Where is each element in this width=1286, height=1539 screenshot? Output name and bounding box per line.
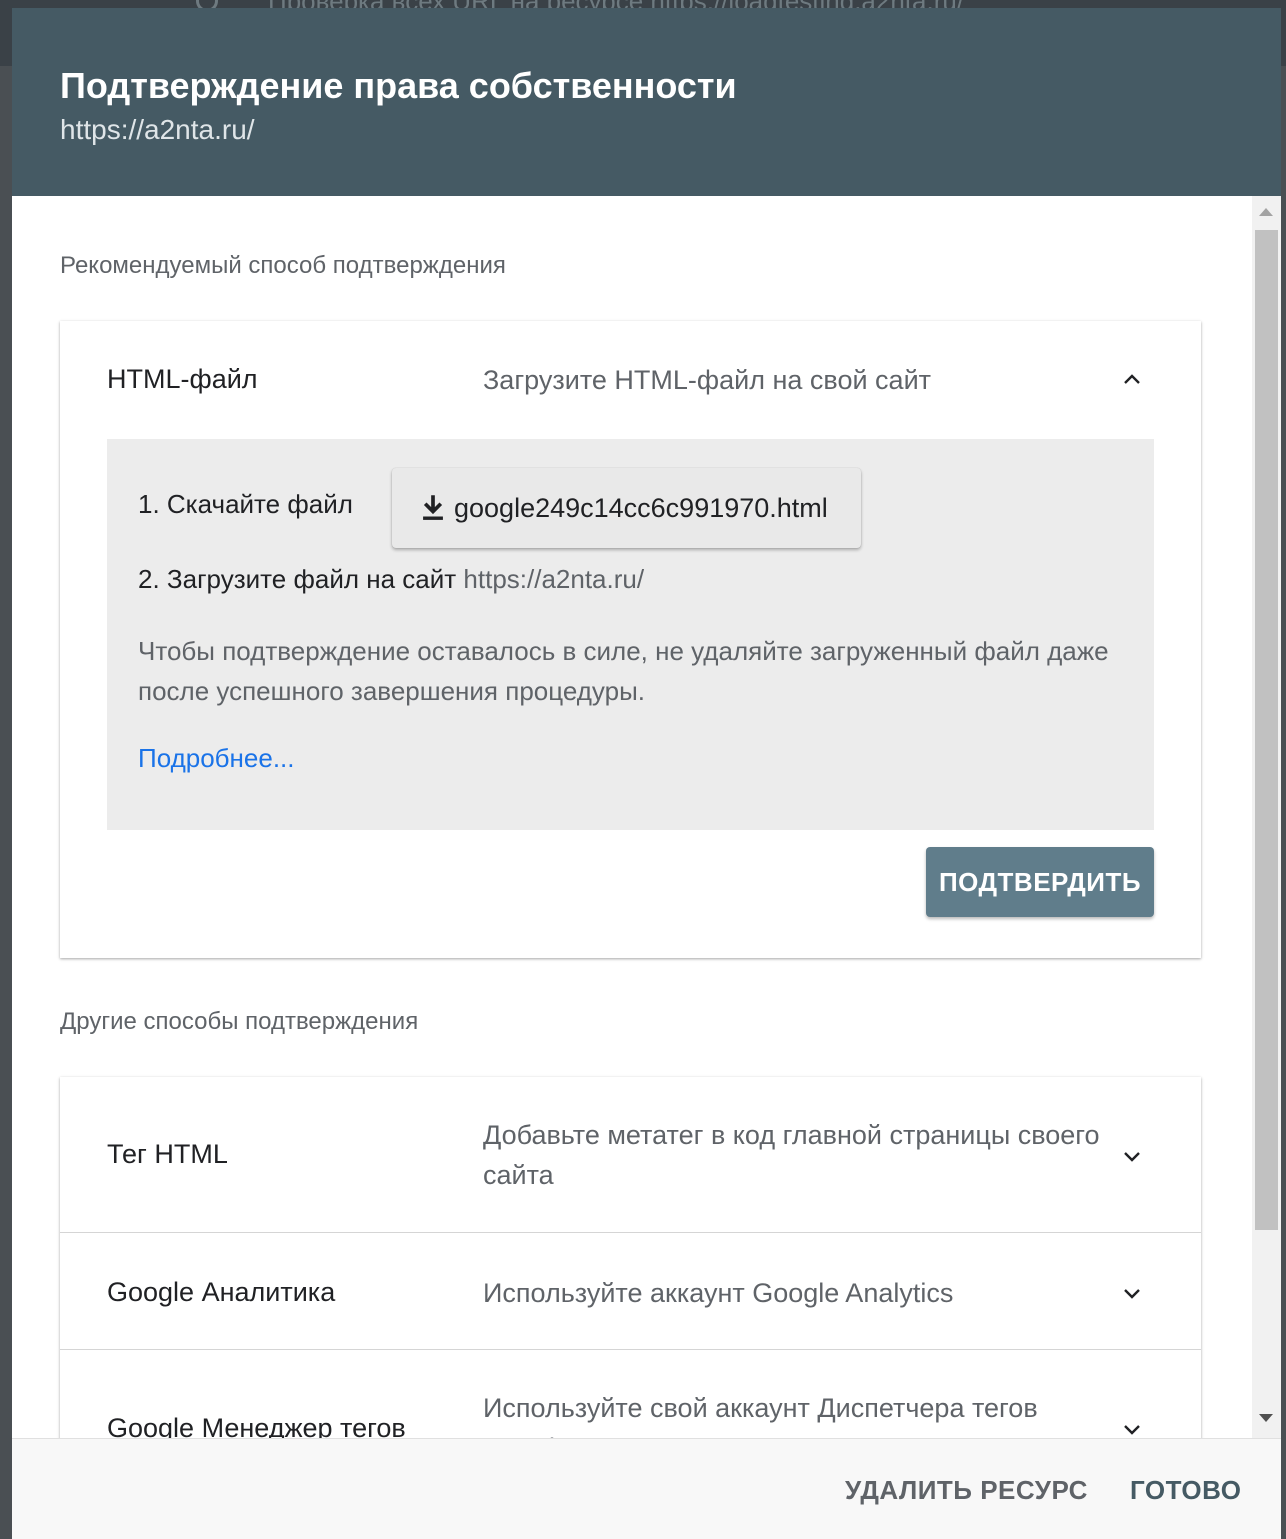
instructions-panel: 1. Скачайте файл google249c14cc6c991970.… — [107, 439, 1154, 830]
chevron-down-icon[interactable] — [1120, 1144, 1144, 1168]
method-name: Google Менеджер тегов — [107, 1413, 406, 1438]
method-description: Используйте свой аккаунт Диспетчера тего… — [483, 1393, 1038, 1438]
dialog-title: Подтверждение права собственности — [60, 65, 737, 106]
step2: 2. Загрузите файл на сайт https://a2nta.… — [138, 564, 644, 595]
other-methods-card: Тег HTML Добавьте метатег в код главной … — [60, 1077, 1201, 1438]
dialog-footer: УДАЛИТЬ РЕСУРС ГОТОВО — [12, 1438, 1281, 1539]
chevron-down-icon[interactable] — [1120, 1281, 1144, 1305]
learn-more-link[interactable]: Подробнее... — [138, 743, 295, 774]
method-description: Загрузите HTML-файл на свой сайт — [483, 365, 932, 395]
recommended-section-label: Рекомендуемый способ подтверждения — [60, 252, 506, 279]
dialog-header: Подтверждение права собственности https:… — [12, 8, 1281, 196]
dialog-subtitle: https://a2nta.ru/ — [60, 114, 255, 145]
keep-file-note: Чтобы подтверждение оставалось в силе, н… — [138, 636, 1109, 706]
backdrop-left — [0, 66, 12, 1539]
method-name: Тег HTML — [107, 1139, 228, 1169]
done-button[interactable]: ГОТОВО — [1130, 1475, 1241, 1506]
delete-property-button[interactable]: УДАЛИТЬ РЕСУРС — [845, 1475, 1088, 1506]
chevron-up-icon[interactable] — [1120, 368, 1144, 392]
method-row-html-tag[interactable]: Тег HTML Добавьте метатег в код главной … — [60, 1077, 1201, 1232]
dialog-content: Рекомендуемый способ подтверждения HTML-… — [12, 196, 1281, 1438]
ownership-verification-dialog: Подтверждение права собственности https:… — [12, 8, 1281, 1539]
method-description: Добавьте метатег в код главной страницы … — [483, 1120, 1100, 1190]
method-header-html-file[interactable]: HTML-файл Загрузите HTML-файл на свой са… — [60, 321, 1201, 439]
download-icon — [423, 495, 443, 520]
recommended-method-card: HTML-файл Загрузите HTML-файл на свой са… — [60, 321, 1201, 958]
download-file-button[interactable]: google249c14cc6c991970.html — [392, 468, 861, 548]
vertical-scrollbar[interactable] — [1252, 196, 1281, 1438]
step2-url: https://a2nta.ru/ — [463, 564, 645, 594]
method-row-google-tag-manager[interactable]: Google Менеджер тегов Используйте свой а… — [60, 1350, 1201, 1438]
other-section-label: Другие способы подтверждения — [60, 1008, 419, 1035]
verify-button[interactable]: ПОДТВЕРДИТЬ — [926, 847, 1154, 917]
method-description: Используйте аккаунт Google Analytics — [483, 1278, 954, 1308]
scroll-up-arrow[interactable] — [1259, 208, 1273, 216]
chevron-down-icon[interactable] — [1120, 1417, 1144, 1438]
method-row-google-analytics[interactable]: Google Аналитика Используйте аккаунт Goo… — [60, 1233, 1201, 1349]
download-file-name: google249c14cc6c991970.html — [454, 492, 828, 523]
scroll-down-arrow[interactable] — [1259, 1414, 1273, 1422]
method-name: Google Аналитика — [107, 1277, 336, 1307]
step2-label: 2. Загрузите файл на сайт — [138, 564, 457, 594]
step1-label: 1. Скачайте файл — [138, 489, 353, 519]
scroll-thumb[interactable] — [1255, 230, 1278, 1230]
backdrop-right — [1281, 66, 1286, 1539]
method-name: HTML-файл — [107, 364, 258, 394]
